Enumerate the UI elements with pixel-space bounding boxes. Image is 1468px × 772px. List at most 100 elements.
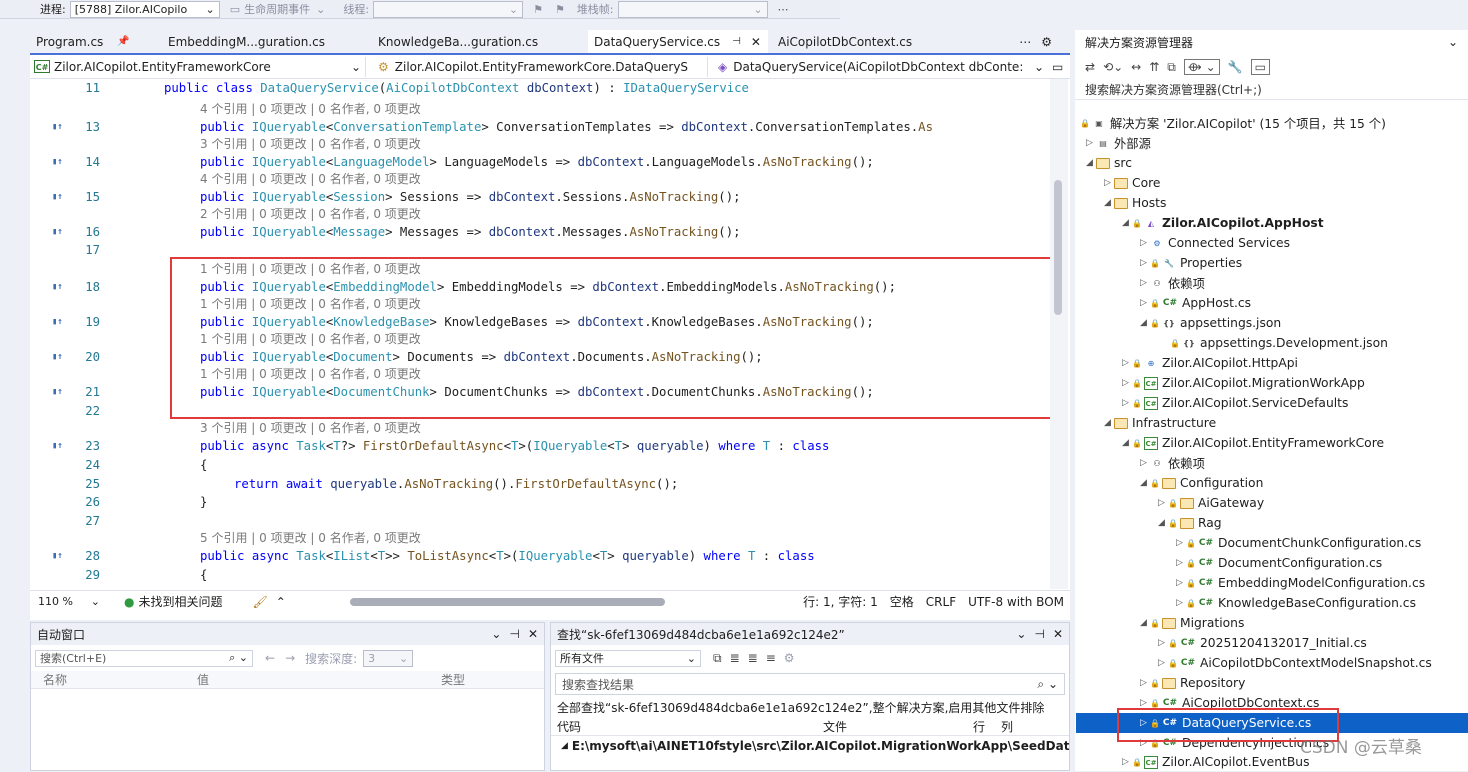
column-code[interactable]: 代码 (551, 718, 823, 735)
autos-title: 自动窗口 (37, 627, 86, 642)
member-dropdown[interactable]: ◈ DataQueryService(AiCopilotDbContext dbC… (708, 57, 1048, 77)
tab-dbcontext[interactable]: AiCopilotDbContext.cs (768, 30, 1008, 53)
lifecycle-events-button[interactable]: 生命周期事件 (244, 1, 310, 17)
history-icon[interactable]: ⟲⌄ (1103, 60, 1123, 74)
more-icon[interactable]: ⋯ (778, 3, 789, 16)
vertical-scrollbar[interactable] (1050, 79, 1068, 589)
debug-toolbar: 进程: [5788] Zilor.AICopilo ⌄ ▭ 生命周期事件 ⌄ 线程… (0, 0, 840, 19)
more-icon[interactable]: ⋯ (1019, 35, 1031, 49)
tab-dataqueryservice[interactable]: DataQueryService.cs ⊣ ✕ (588, 30, 768, 53)
sync-icon[interactable]: ⇄ (1085, 60, 1095, 74)
find-results-search-input[interactable]: 搜索查找结果 ⌕ ⌄ (555, 673, 1065, 695)
brush-icon[interactable]: 🖌 (253, 595, 268, 609)
encoding-status[interactable]: UTF-8 with BOM (968, 595, 1064, 609)
process-value: [5788] Zilor.AICopilo (74, 2, 188, 16)
tab-embedding-config[interactable]: EmbeddingM...guration.cs (160, 30, 370, 53)
codelens[interactable]: 5 个引用 | 0 项更改 | 0 名作者, 0 项更改 (200, 529, 421, 547)
close-icon[interactable]: ✕ (751, 35, 761, 49)
check-icon: ● (124, 594, 135, 609)
chevron-down-icon[interactable]: ⌄ (491, 627, 501, 641)
codelens[interactable]: 3 个引用 | 0 项更改 | 0 名作者, 0 项更改 (200, 419, 421, 437)
lifecycle-icon: ▭ (229, 2, 241, 16)
next-result-icon[interactable]: ≣ (748, 651, 758, 665)
codelens[interactable]: 3 个引用 | 0 项更改 | 0 名作者, 0 项更改 (200, 135, 421, 153)
flag-icon[interactable]: ⚑ (533, 3, 543, 16)
solution-search-input[interactable]: 搜索解决方案资源管理器(Ctrl+;) (1075, 80, 1468, 100)
project-dropdown[interactable]: C# Zilor.AICopilot.EntityFrameworkCore ⌄ (30, 56, 366, 77)
solution-explorer: 解决方案资源管理器 ⌄ ⇄ ⟲⌄ ↔ ⇈ ⧉ ⟴ ⌄ 🔧 ▭ 搜索解决方案资源管理… (1075, 30, 1468, 771)
preview-icon[interactable]: ▭ (1250, 59, 1270, 75)
back-arrow-icon[interactable]: ← (265, 651, 275, 665)
column-name[interactable]: 名称 (31, 671, 197, 688)
eol-status[interactable]: CRLF (926, 595, 956, 609)
find-summary: 全部查找“sk-6fef13069d484dcba6e1e1a692c124e2… (557, 701, 1045, 715)
find-result-row[interactable]: ◢ E:\mysoft\ai\AINET10fstyle\src\Zilor.AI… (551, 736, 1069, 756)
search-icon: ⌕ ⌄ (1037, 676, 1058, 691)
chevron-down-icon: ⌄ (205, 2, 215, 16)
indent-status[interactable]: 空格 (890, 593, 914, 610)
wrench-icon[interactable]: 🔧 (1228, 60, 1243, 74)
class-dropdown[interactable]: ⚙ Zilor.AICopilot.EntityFrameworkCore.Dat… (366, 56, 708, 77)
column-value[interactable]: 值 (197, 671, 441, 688)
method-icon: ◈ (718, 59, 728, 74)
class-icon: ⚙ (378, 59, 389, 74)
watermark: CSDN @云草桑 (1300, 738, 1422, 758)
search-depth-label: 搜索深度: (305, 651, 358, 666)
copy-icon[interactable]: ⧉ (713, 651, 722, 666)
zoom-dropdown[interactable]: 110 % ⌄ (34, 593, 104, 610)
chevron-down-icon: ⌄ (1033, 59, 1044, 74)
horizontal-scrollbar-thumb[interactable] (350, 598, 665, 606)
autos-window: 自动窗口 ⌄ ⊣ ✕ 搜索(Ctrl+E) ⌕ ⌄ ← → 搜索深度: 3 ⌄ 名称 值 … (30, 622, 545, 771)
tab-knowledgebase-config[interactable]: KnowledgeBa...guration.cs (370, 30, 588, 53)
thread-dropdown[interactable]: ⌄ (373, 0, 524, 18)
column-line[interactable]: 行 (973, 718, 1001, 735)
process-label: 进程: (40, 3, 66, 16)
stackframe-dropdown[interactable]: ⌄ (617, 0, 768, 18)
chevron-down-icon[interactable]: ⌄ (1016, 627, 1026, 641)
tab-program[interactable]: Program.cs 📌 (30, 30, 160, 53)
csharp-project-icon: C# (34, 60, 50, 73)
filter-icon[interactable]: ⟴ ⌄ (1183, 59, 1220, 75)
pin-icon[interactable]: 📌 (117, 36, 129, 47)
thread-label: 线程: (343, 3, 370, 16)
issues-status[interactable]: 未找到相关问题 (138, 593, 222, 610)
copy-icon[interactable]: ⧉ (1167, 60, 1176, 75)
switch-view-icon[interactable]: ↔ (1131, 60, 1141, 74)
column-file[interactable]: 文件 (823, 718, 973, 735)
navigation-bar: C# Zilor.AICopilot.EntityFrameworkCore ⌄ ⚙… (30, 55, 1070, 79)
clear-icon[interactable]: ≡ (766, 651, 776, 665)
chevron-up-icon[interactable]: ⌃ (276, 595, 286, 609)
gear-icon[interactable]: ⚙ (1041, 35, 1052, 49)
search-depth-dropdown[interactable]: 3 ⌄ (363, 649, 414, 667)
collapse-icon[interactable]: ⇈ (1149, 60, 1159, 74)
pin-icon[interactable]: ⊣ (509, 627, 519, 641)
find-results-window: 查找“sk-6fef13069d484dcba6e1e1a692c124e2” ⌄… (550, 622, 1070, 771)
find-scope-dropdown[interactable]: 所有文件 ⌄ (555, 649, 701, 667)
pin-icon[interactable]: ⊣ (732, 36, 741, 47)
codelens[interactable]: 2 个引用 | 0 项更改 | 0 名作者, 0 项更改 (200, 205, 421, 223)
find-title: 查找“sk-6fef13069d484dcba6e1e1a692c124e2” (557, 627, 845, 642)
close-icon[interactable]: ✕ (528, 627, 538, 641)
split-icon[interactable]: ▭ (1052, 60, 1063, 74)
cursor-position[interactable]: 行: 1, 字符: 1 (803, 593, 878, 610)
editor-tab-bar: Program.cs 📌 EmbeddingM...guration.cs Kno… (30, 30, 1070, 55)
process-dropdown[interactable]: [5788] Zilor.AICopilo ⌄ (69, 0, 220, 18)
search-icon: ⌕ ⌄ (229, 651, 248, 664)
solution-explorer-title: 解决方案资源管理器 (1085, 35, 1194, 50)
close-icon[interactable]: ✕ (1053, 627, 1063, 641)
forward-arrow-icon[interactable]: → (285, 651, 295, 665)
chevron-down-icon[interactable]: ⌄ (1448, 35, 1458, 49)
stackframe-label: 堆栈帧: (576, 3, 614, 16)
codelens[interactable]: 4 个引用 | 0 项更改 | 0 名作者, 0 项更改 (200, 100, 421, 118)
highlight-box (170, 257, 1053, 419)
line-number: 11 (85, 81, 100, 95)
codelens[interactable]: 4 个引用 | 0 项更改 | 0 名作者, 0 项更改 (200, 170, 421, 188)
column-type[interactable]: 类型 (441, 671, 465, 688)
filter-icon[interactable]: ⚑ (555, 3, 565, 16)
pin-icon[interactable]: ⊣ (1034, 627, 1044, 641)
stop-icon[interactable]: ⚙ (784, 651, 795, 665)
column-col[interactable]: 列 (1001, 718, 1013, 735)
vertical-scrollbar-thumb[interactable] (1054, 180, 1062, 315)
autos-search-input[interactable]: 搜索(Ctrl+E) ⌕ ⌄ (35, 649, 253, 667)
prev-result-icon[interactable]: ≣ (730, 651, 740, 665)
